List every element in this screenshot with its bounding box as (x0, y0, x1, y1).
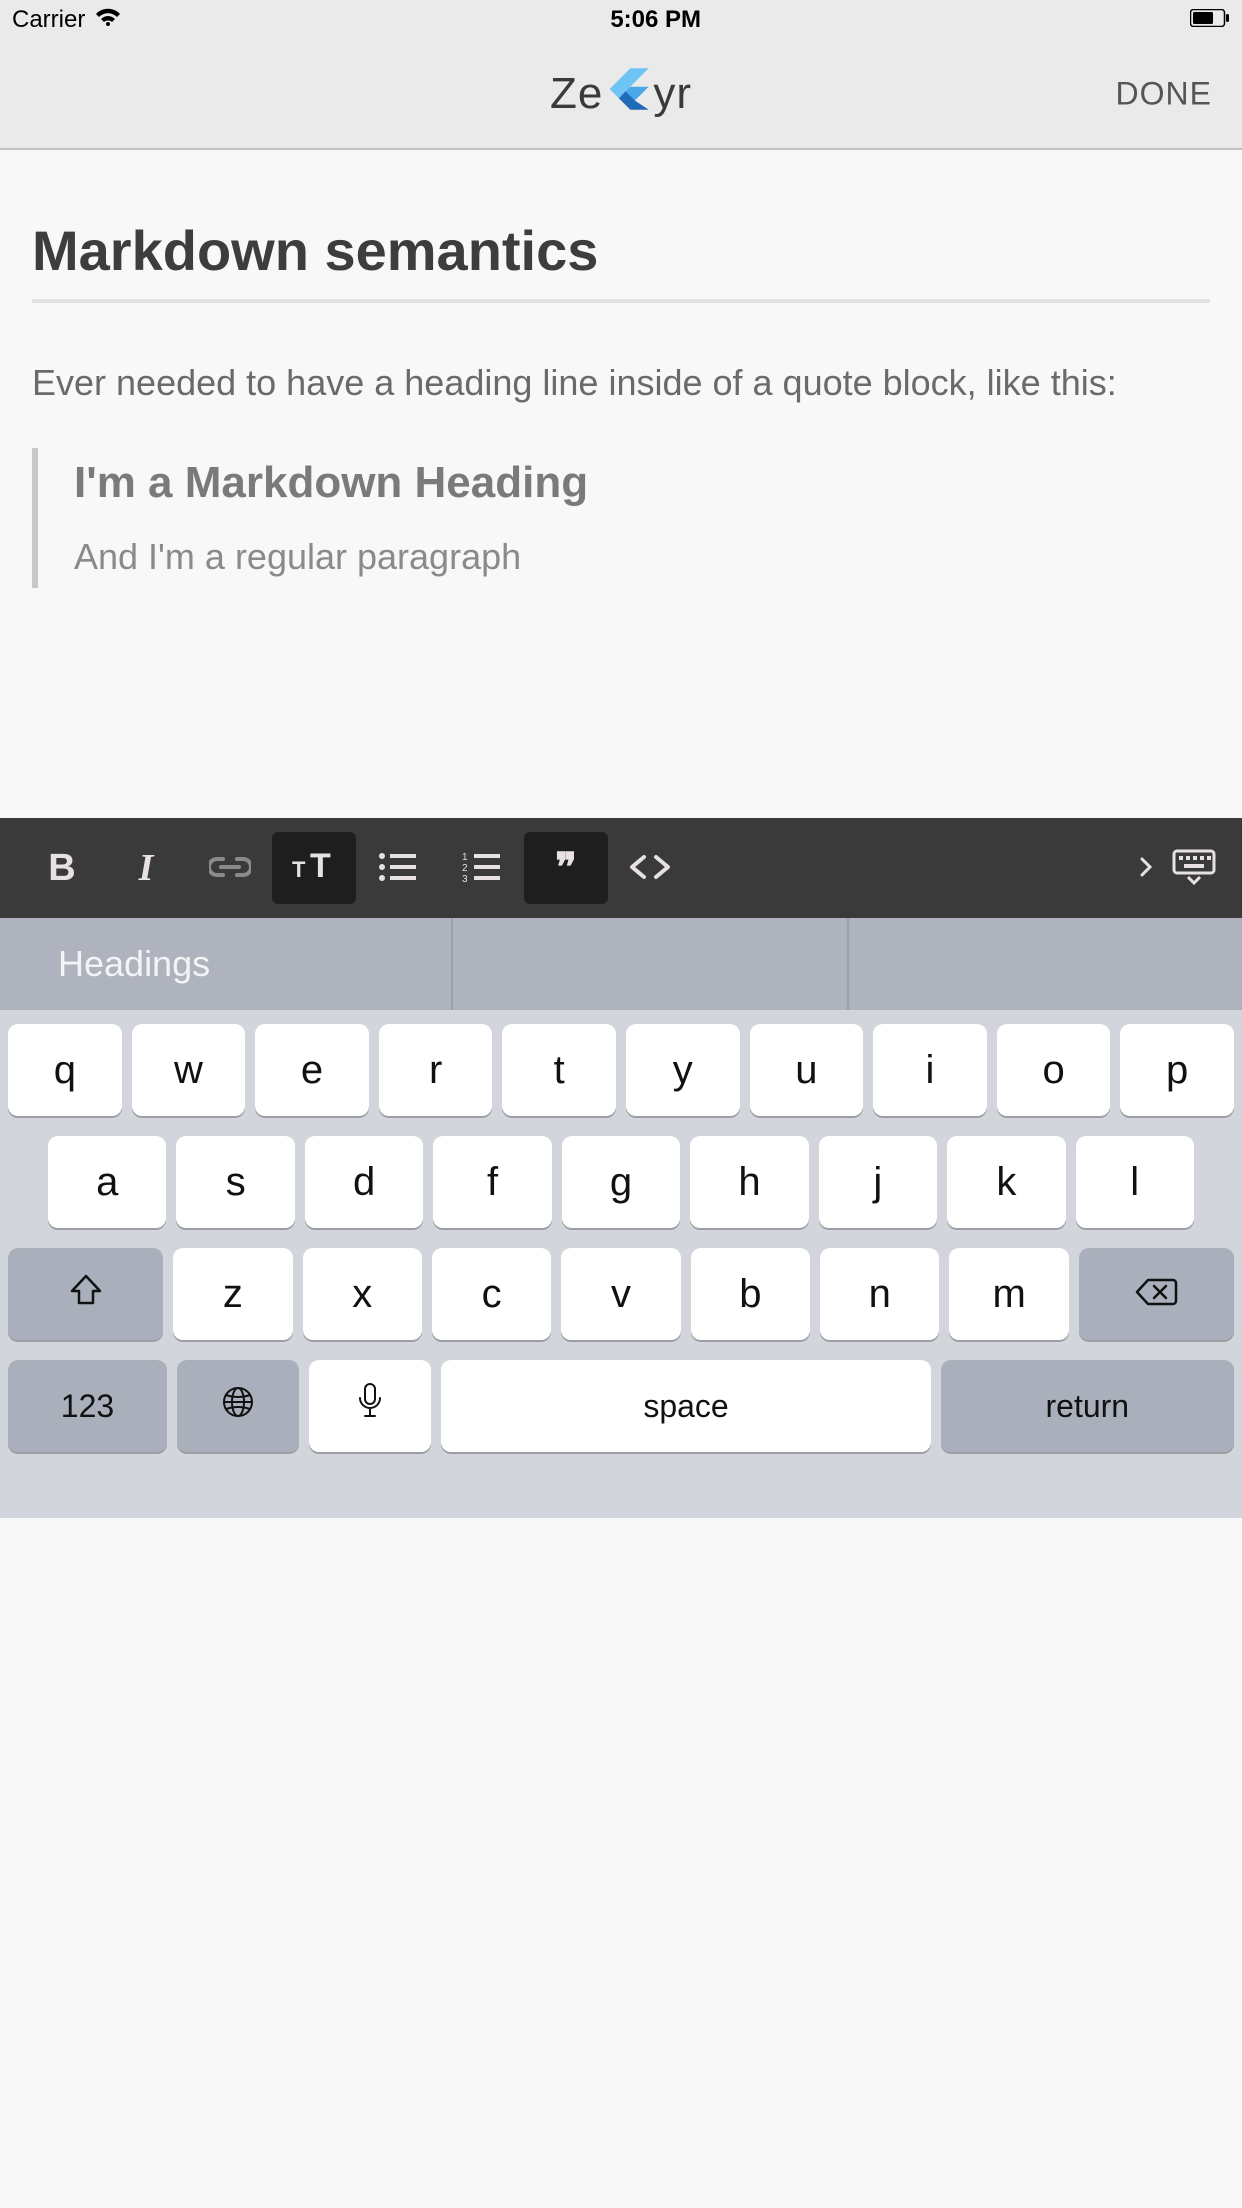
key-j[interactable]: j (819, 1136, 937, 1228)
key-globe[interactable] (177, 1360, 299, 1452)
bold-icon: B (48, 847, 75, 890)
key-h[interactable]: h (690, 1136, 808, 1228)
chevron-right-icon (1140, 857, 1152, 880)
svg-text:T: T (310, 849, 331, 885)
status-right (1190, 6, 1230, 34)
shift-icon (68, 1272, 104, 1317)
key-d[interactable]: d (305, 1136, 423, 1228)
keyboard-row-3: z x c v b n m (8, 1248, 1234, 1340)
key-numbers[interactable]: 123 (8, 1360, 167, 1452)
app-title: Ze yr (550, 66, 692, 123)
key-shift[interactable] (8, 1248, 163, 1340)
status-time: 5:06 PM (610, 6, 701, 34)
nav-bar: Ze yr DONE (0, 40, 1242, 150)
key-g[interactable]: g (562, 1136, 680, 1228)
battery-icon (1190, 6, 1230, 34)
status-bar: Carrier 5:06 PM (0, 0, 1242, 40)
key-space[interactable]: space (441, 1360, 930, 1452)
link-icon (209, 855, 251, 882)
suggestion-1[interactable] (453, 918, 848, 1010)
key-w[interactable]: w (132, 1024, 246, 1116)
key-u[interactable]: u (750, 1024, 864, 1116)
svg-text:2: 2 (462, 863, 468, 874)
hide-keyboard-icon (1172, 849, 1216, 888)
quote-button[interactable]: ❞ (524, 832, 608, 904)
text-style-button[interactable]: T T (272, 832, 356, 904)
numbered-list-button[interactable]: 123 (440, 832, 524, 904)
quote-icon: ❞ (555, 858, 577, 878)
key-backspace[interactable] (1079, 1248, 1234, 1340)
key-z[interactable]: z (173, 1248, 292, 1340)
key-e[interactable]: e (255, 1024, 369, 1116)
key-n[interactable]: n (820, 1248, 939, 1340)
key-f[interactable]: f (433, 1136, 551, 1228)
key-r[interactable]: r (379, 1024, 493, 1116)
link-button[interactable] (188, 832, 272, 904)
doc-intro-paragraph[interactable]: Ever needed to have a heading line insid… (32, 358, 1210, 408)
editor[interactable]: Markdown semantics Ever needed to have a… (0, 150, 1242, 818)
key-return[interactable]: return (941, 1360, 1234, 1452)
bulleted-list-button[interactable] (356, 832, 440, 904)
flutter-icon (605, 66, 651, 123)
code-button[interactable] (608, 832, 692, 904)
svg-text:T: T (292, 857, 306, 882)
keyboard-row-2: a s d f g h j k l (8, 1136, 1234, 1228)
svg-text:3: 3 (462, 874, 468, 883)
key-c[interactable]: c (432, 1248, 551, 1340)
key-q[interactable]: q (8, 1024, 122, 1116)
status-left: Carrier (12, 6, 121, 34)
text-style-icon: T T (290, 849, 338, 888)
suggestion-0[interactable]: Headings (0, 918, 453, 1010)
numbered-list-icon: 123 (462, 851, 502, 886)
app-title-prefix: Ze (550, 69, 603, 119)
key-y[interactable]: y (626, 1024, 740, 1116)
suggestion-bar: Headings (0, 918, 1242, 1010)
globe-icon (221, 1384, 255, 1429)
key-m[interactable]: m (949, 1248, 1068, 1340)
done-button[interactable]: DONE (1116, 76, 1212, 113)
key-i[interactable]: i (873, 1024, 987, 1116)
suggestion-2[interactable] (849, 918, 1242, 1010)
key-a[interactable]: a (48, 1136, 166, 1228)
keyboard: q w e r t y u i o p a s d f g h j k l z … (0, 1010, 1242, 1518)
blockquote[interactable]: I'm a Markdown Heading And I'm a regular… (32, 448, 1210, 588)
key-x[interactable]: x (303, 1248, 422, 1340)
doc-heading[interactable]: Markdown semantics (32, 218, 1210, 303)
carrier-label: Carrier (12, 6, 85, 34)
bulleted-list-icon (378, 851, 418, 886)
italic-button[interactable]: I (104, 832, 188, 904)
backspace-icon (1134, 1272, 1178, 1317)
hide-keyboard-button[interactable] (1166, 832, 1222, 904)
key-b[interactable]: b (691, 1248, 810, 1340)
toolbar-expand-button[interactable] (1126, 832, 1166, 904)
svg-text:1: 1 (462, 852, 468, 863)
key-dictation[interactable] (309, 1360, 431, 1452)
app-title-suffix: yr (653, 69, 692, 119)
code-icon (628, 853, 672, 884)
wifi-icon (95, 6, 121, 34)
blockquote-paragraph[interactable]: And I'm a regular paragraph (74, 536, 1210, 578)
key-k[interactable]: k (947, 1136, 1065, 1228)
key-s[interactable]: s (176, 1136, 294, 1228)
bold-button[interactable]: B (20, 832, 104, 904)
format-toolbar: B I T T 123 ❞ (0, 818, 1242, 918)
blockquote-heading[interactable]: I'm a Markdown Heading (74, 458, 1210, 508)
key-t[interactable]: t (502, 1024, 616, 1116)
keyboard-row-4: 123 space return (8, 1360, 1234, 1452)
key-o[interactable]: o (997, 1024, 1111, 1116)
key-v[interactable]: v (561, 1248, 680, 1340)
key-l[interactable]: l (1076, 1136, 1194, 1228)
italic-icon: I (139, 846, 154, 890)
microphone-icon (357, 1382, 383, 1430)
key-p[interactable]: p (1120, 1024, 1234, 1116)
keyboard-row-1: q w e r t y u i o p (8, 1024, 1234, 1116)
